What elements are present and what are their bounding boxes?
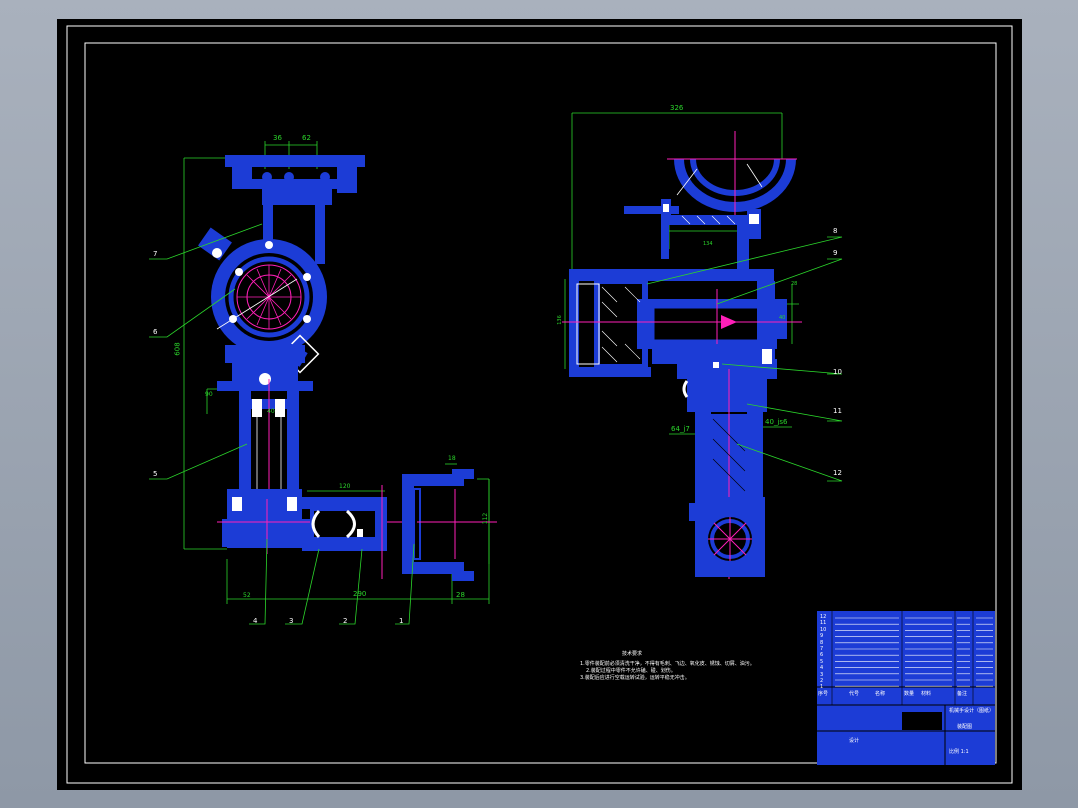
callout-7: 7 <box>153 250 158 258</box>
dim-arm-w: 120 <box>339 483 351 490</box>
dim-inner: 134 <box>703 241 713 247</box>
dim-gripper-w: 18 <box>448 455 456 462</box>
header-material: 材料 <box>921 691 932 697</box>
dim-box-a: 28 <box>791 281 798 287</box>
callout-5: 5 <box>153 470 158 478</box>
header-remark: 备注 <box>957 691 968 697</box>
dim-shaft-b: 40_js6 <box>765 418 788 426</box>
dim-top-a: 36 <box>273 134 282 142</box>
notes-line-2: 2.装配过程中零件不允许磕、碰、划伤。 <box>586 668 676 674</box>
dim-left-h: 136 <box>556 315 563 325</box>
dim-shaft-a: 64_j7 <box>671 425 690 433</box>
callout-3: 3 <box>289 617 294 625</box>
dim-mid-b: 40 <box>267 408 275 415</box>
dim-gripper-h: 112 <box>482 512 490 525</box>
dim-bottom-total: 290 <box>353 590 367 598</box>
header-qty: 数量 <box>904 691 915 697</box>
callout-6: 6 <box>153 328 158 336</box>
dim-top-width: 326 <box>670 104 684 112</box>
dim-top-b: 62 <box>302 134 311 142</box>
notes-heading: 技术要求 <box>622 651 643 657</box>
callout-10: 10 <box>833 368 842 376</box>
callout-12: 12 <box>833 469 842 477</box>
scale-label: 比例 1:1 <box>949 749 969 755</box>
tech-notes: 技术要求 1.零件装配前必须清洗干净，不得有毛刺、飞边、氧化皮、锈蚀、切屑、油污… <box>580 651 780 682</box>
dim-height: 608 <box>173 342 182 356</box>
callout-11: 11 <box>833 407 842 415</box>
notes-line-3: 3.装配后应进行空载运转试验，运转平稳无冲击。 <box>580 675 690 681</box>
project-sub: 装配图 <box>957 724 973 730</box>
header-code: 代号 <box>849 691 860 697</box>
dim-bottom-b: 28 <box>456 591 465 599</box>
header-name: 名称 <box>875 691 886 697</box>
notes-line-1: 1.零件装配前必须清洗干净，不得有毛刺、飞边、氧化皮、锈蚀、切屑、油污。 <box>580 661 755 667</box>
callout-2: 2 <box>343 617 348 625</box>
dim-bottom-a: 52 <box>243 592 251 599</box>
callout-9: 9 <box>833 249 838 257</box>
drawn-label: 设计 <box>849 738 860 744</box>
project-title: 机械手设计（图纸） <box>949 708 995 714</box>
header-seq: 序号 <box>818 691 829 697</box>
part-number: 11 <box>820 620 827 627</box>
drawing-sheet: 36 62 608 290 52 28 90 40 18 112 120 7 6… <box>57 19 1022 790</box>
callout-8: 8 <box>833 227 838 235</box>
callout-1: 1 <box>399 617 404 625</box>
drawing-labels: 36 62 608 290 52 28 90 40 18 112 120 7 6… <box>57 19 1022 790</box>
title-block-text: 12 11 10 9 8 7 6 5 4 3 2 1 序号 代号 名称 数量 材料 备注 机械手设计（… <box>817 611 995 765</box>
dim-box-b: 40 <box>779 315 786 321</box>
callout-4: 4 <box>253 617 258 625</box>
dim-mid-a: 90 <box>205 391 213 398</box>
part-number-column: 12 11 10 9 8 7 6 5 4 3 2 1 <box>820 614 826 691</box>
